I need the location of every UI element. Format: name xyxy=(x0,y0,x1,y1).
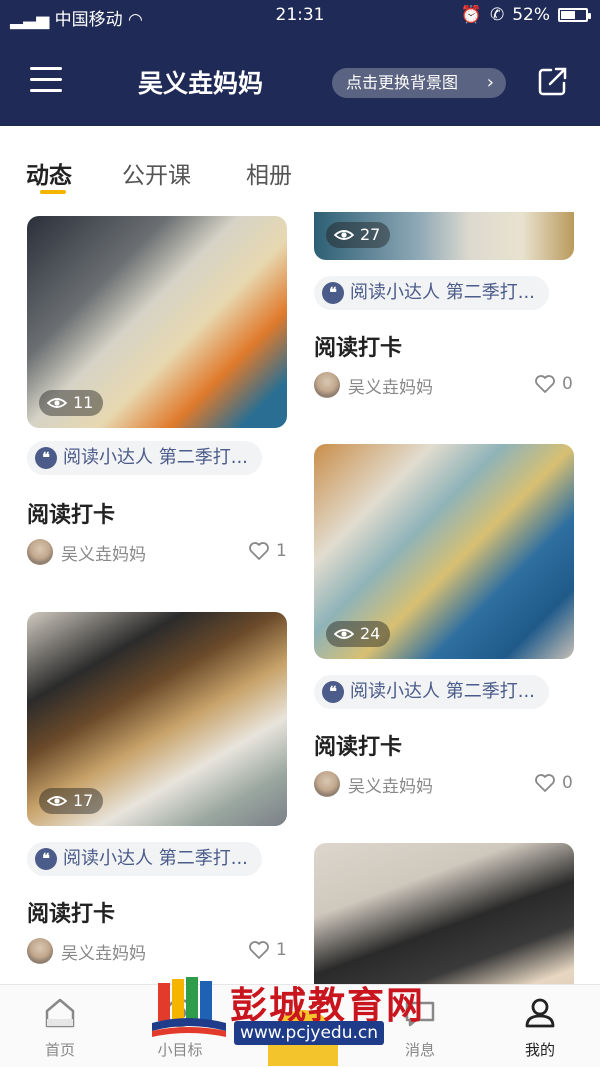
post-author[interactable]: 吴义垚妈妈 xyxy=(27,539,146,565)
view-count: 24 xyxy=(326,621,391,647)
view-count: 17 xyxy=(39,788,104,814)
tab-dynamics[interactable]: 动态 xyxy=(26,156,72,190)
post-author[interactable]: 吴义垚妈妈 xyxy=(27,938,146,964)
status-right: ⏰ ✆ 52% xyxy=(460,5,591,25)
call-icon: ✆ xyxy=(489,5,505,25)
like-button[interactable]: 1 xyxy=(248,541,287,561)
post-title[interactable]: 阅读打卡 xyxy=(27,497,115,529)
post-photo[interactable] xyxy=(314,843,574,984)
quote-icon: ❝ xyxy=(322,282,344,304)
book-logo-icon xyxy=(152,977,226,1037)
post-photo[interactable]: 17 xyxy=(27,612,287,826)
heart-icon xyxy=(535,774,555,792)
topic-tag-label: 阅读小达人 第二季打... xyxy=(63,848,248,869)
post-photo[interactable]: 27 xyxy=(314,212,574,260)
avatar xyxy=(27,938,53,964)
tabbar-home-label: 首页 xyxy=(44,1041,75,1059)
alarm-icon: ⏰ xyxy=(460,5,482,25)
like-button[interactable]: 1 xyxy=(248,940,287,960)
change-background-button[interactable]: 点击更换背景图 › xyxy=(332,68,506,98)
menu-icon-line xyxy=(30,89,62,92)
author-name: 吴义垚妈妈 xyxy=(61,544,146,565)
heart-icon xyxy=(249,941,269,959)
share-icon[interactable] xyxy=(537,65,569,97)
topic-tag-label: 阅读小达人 第二季打... xyxy=(350,282,535,303)
view-count-label: 24 xyxy=(360,624,381,643)
eye-icon xyxy=(334,230,354,240)
battery-percent: 52% xyxy=(512,5,550,25)
tab-open-class[interactable]: 公开课 xyxy=(122,156,191,190)
watermark: 彭城教育网 www.pcjyedu.cn xyxy=(150,975,460,1045)
menu-icon-line xyxy=(30,78,62,81)
post-title[interactable]: 阅读打卡 xyxy=(314,330,402,362)
post-author[interactable]: 吴义垚妈妈 xyxy=(314,771,433,797)
author-name: 吴义垚妈妈 xyxy=(348,377,433,398)
status-bar: ▂▃▅ 中国移动 ◠ 21:31 ⏰ ✆ 52% xyxy=(0,0,600,32)
avatar xyxy=(314,771,340,797)
post-author[interactable]: 吴义垚妈妈 xyxy=(314,372,433,398)
tabbar-home[interactable]: 首页 xyxy=(0,985,120,1067)
topic-tag-label: 阅读小达人 第二季打... xyxy=(63,447,248,468)
home-icon xyxy=(45,998,75,1028)
quote-icon: ❝ xyxy=(35,848,57,870)
heart-icon xyxy=(249,542,269,560)
like-button[interactable]: 0 xyxy=(534,374,573,394)
active-tab-indicator xyxy=(40,190,66,194)
like-count: 0 xyxy=(562,374,573,394)
view-count-label: 11 xyxy=(73,393,94,412)
quote-icon: ❝ xyxy=(35,447,57,469)
page-title: 吴义垚妈妈 xyxy=(138,69,264,98)
tabbar-me-label: 我的 xyxy=(524,1041,555,1059)
heart-icon xyxy=(535,375,555,393)
watermark-url: www.pcjyedu.cn xyxy=(234,1021,385,1045)
like-button[interactable]: 0 xyxy=(534,773,573,793)
author-name: 吴义垚妈妈 xyxy=(348,776,433,797)
post-title[interactable]: 阅读打卡 xyxy=(314,729,402,761)
like-count: 1 xyxy=(276,940,287,960)
post-photo[interactable]: 11 xyxy=(27,216,287,428)
quote-icon: ❝ xyxy=(322,681,344,703)
change-background-label: 点击更换背景图 xyxy=(346,73,459,92)
avatar xyxy=(27,539,53,565)
like-count: 1 xyxy=(276,541,287,561)
feed-grid[interactable]: 11 ❝ 阅读小达人 第二季打... 阅读打卡 吴义垚妈妈 1 17 ❝ 阅读小… xyxy=(0,212,600,984)
topic-tag[interactable]: ❝ 阅读小达人 第二季打... xyxy=(314,675,549,709)
menu-button[interactable] xyxy=(30,67,62,93)
post-photo[interactable]: 24 xyxy=(314,444,574,659)
chevron-right-icon: › xyxy=(486,72,494,93)
topic-tag[interactable]: ❝ 阅读小达人 第二季打... xyxy=(27,842,262,876)
tab-album[interactable]: 相册 xyxy=(246,156,292,190)
author-name: 吴义垚妈妈 xyxy=(61,943,146,964)
profile-header: 吴义垚妈妈 点击更换背景图 › xyxy=(0,32,600,126)
view-count-label: 27 xyxy=(360,225,381,244)
post-title[interactable]: 阅读打卡 xyxy=(27,896,115,928)
content-tabs: 动态 公开课 相册 xyxy=(0,126,600,212)
tabbar-me[interactable]: 我的 xyxy=(480,985,600,1067)
eye-icon xyxy=(47,398,67,408)
user-icon xyxy=(525,998,555,1028)
eye-icon xyxy=(334,629,354,639)
topic-tag[interactable]: ❝ 阅读小达人 第二季打... xyxy=(27,441,262,475)
eye-icon xyxy=(47,796,67,806)
topic-tag-label: 阅读小达人 第二季打... xyxy=(350,681,535,702)
battery-icon xyxy=(558,8,591,22)
menu-icon-line xyxy=(30,67,62,70)
view-count: 11 xyxy=(39,390,104,416)
like-count: 0 xyxy=(562,773,573,793)
view-count-label: 17 xyxy=(73,791,94,810)
view-count: 27 xyxy=(326,222,391,248)
avatar xyxy=(314,372,340,398)
topic-tag[interactable]: ❝ 阅读小达人 第二季打... xyxy=(314,276,549,310)
